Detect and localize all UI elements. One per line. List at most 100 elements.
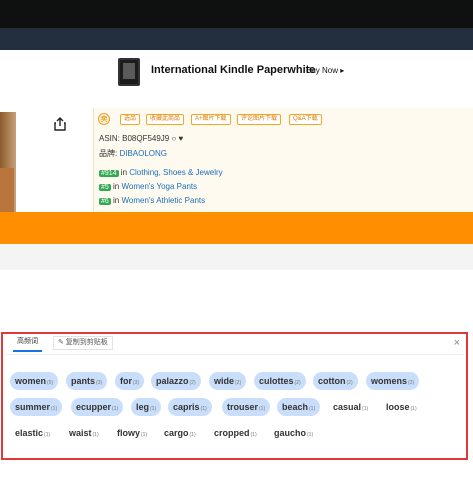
section-divider: [0, 244, 473, 270]
keyword-text: for: [120, 376, 132, 386]
keyword-count: (1): [362, 406, 369, 412]
keyword-count: (2): [408, 380, 415, 386]
page: International Kindle Paperwhite Buy Now …: [0, 0, 473, 477]
rank-category-link[interactable]: Women's Yoga Pants: [121, 182, 197, 191]
rank-in: in: [110, 182, 122, 191]
keyword-chip[interactable]: cargo(1): [159, 424, 201, 442]
keyword-chip[interactable]: flowy(1): [112, 424, 152, 442]
keyword-chip[interactable]: womens(2): [366, 372, 420, 390]
keyword-text: capris: [173, 402, 200, 412]
tab-high-frequency-words[interactable]: 高频词: [13, 334, 42, 352]
aplus-image-download-button[interactable]: A+图片下载: [191, 114, 231, 125]
keyword-chip[interactable]: loose(1): [381, 398, 422, 416]
keyword-chip[interactable]: waist(1): [64, 424, 104, 442]
keyword-count: (1): [51, 406, 58, 412]
buy-now-link[interactable]: Buy Now ▸: [306, 66, 344, 75]
keyword-count: (1): [189, 432, 196, 438]
keyword-count: (1): [307, 432, 314, 438]
rank-in: in: [118, 168, 130, 177]
rank-number: #914: [99, 170, 119, 177]
plugin-logo-icon: 卖: [98, 113, 110, 125]
keyword-text: beach: [282, 402, 309, 412]
rank-row: #6 in Women's Athletic Pants: [99, 196, 205, 205]
keyword-chip[interactable]: cotton(2): [313, 372, 358, 390]
keyword-count: (2): [235, 380, 242, 386]
keyword-chip[interactable]: beach(1): [277, 398, 321, 416]
rank-in: in: [110, 196, 122, 205]
keyword-count: (3): [96, 380, 103, 386]
keyword-count: (2): [346, 380, 353, 386]
brand-label: 品牌:: [99, 149, 120, 158]
keyword-chip[interactable]: women(5): [10, 372, 59, 390]
keyword-text: cotton: [318, 376, 346, 386]
keyword-count: (1): [200, 406, 207, 412]
page-bottom: [0, 462, 473, 477]
keyword-chip[interactable]: wide(2): [209, 372, 247, 390]
keyword-chip[interactable]: palazzo(2): [151, 372, 201, 390]
brand-link[interactable]: DIBAOLONG: [119, 149, 167, 158]
keyword-text: wide: [214, 376, 235, 386]
keyword-chip[interactable]: trouser(1): [222, 398, 271, 416]
keyword-chip[interactable]: gaucho(1): [269, 424, 318, 442]
keywords-panel: 高频词 ✎ 复制到剪贴板 × women(5) pants(3) for(3) …: [1, 332, 468, 460]
tab-divider: [5, 354, 464, 355]
keyword-chip[interactable]: casual(1): [328, 398, 373, 416]
keyword-count: (2): [189, 380, 196, 386]
keyword-chip[interactable]: cropped(1): [209, 424, 262, 442]
copy-to-clipboard-button[interactable]: ✎ 复制到剪贴板: [53, 336, 113, 350]
close-icon[interactable]: ×: [454, 337, 460, 349]
keyword-text: cargo: [164, 428, 189, 438]
keyword-text: casual: [333, 402, 362, 412]
keyword-chip[interactable]: leg(1): [131, 398, 162, 416]
product-image-detail: [0, 168, 14, 216]
keyword-text: gaucho: [274, 428, 307, 438]
keyword-text: summer: [15, 402, 51, 412]
favorite-product-button[interactable]: 收藏此商品: [146, 114, 185, 125]
keyword-chip[interactable]: pants(3): [66, 372, 108, 390]
keyword-chip[interactable]: culottes(2): [254, 372, 306, 390]
kindle-image[interactable]: [118, 58, 140, 86]
keyword-text: palazzo: [156, 376, 189, 386]
keyword-chip[interactable]: elastic(1): [10, 424, 55, 442]
keyword-chip[interactable]: ecupper(1): [71, 398, 124, 416]
keyword-text: women: [15, 376, 47, 386]
keyword-text: trouser: [227, 402, 259, 412]
keyword-text: womens: [371, 376, 408, 386]
keyword-count: (1): [410, 406, 417, 412]
promo-title[interactable]: International Kindle Paperwhite: [151, 64, 315, 76]
rank-row: #914 in Clothing, Shoes & Jewelry: [99, 168, 223, 177]
keyword-text: culottes: [259, 376, 294, 386]
share-icon[interactable]: [53, 117, 67, 131]
keyword-text: cropped: [214, 428, 250, 438]
site-nav-bar: [0, 28, 473, 50]
keyword-count: (1): [309, 406, 316, 412]
rank-category-link[interactable]: Women's Athletic Pants: [121, 196, 205, 205]
keyword-count: (1): [92, 432, 99, 438]
rank-number: #6: [99, 198, 111, 205]
review-image-download-button[interactable]: 评论图片下载: [237, 114, 282, 125]
rank-number: #5: [99, 184, 111, 191]
browser-top-bar: [0, 0, 473, 28]
asin-label: ASIN: B08QF549J9 ○ ♥: [99, 134, 184, 143]
select-product-button[interactable]: 选品: [120, 114, 141, 125]
keyword-count: (2): [294, 380, 301, 386]
keyword-text: waist: [69, 428, 92, 438]
keyword-count: (1): [259, 406, 266, 412]
keyword-chip[interactable]: summer(1): [10, 398, 63, 416]
keyword-count: (1): [150, 406, 157, 412]
rank-row: #5 in Women's Yoga Pants: [99, 182, 197, 191]
keyword-text: leg: [136, 402, 150, 412]
keyword-text: elastic: [15, 428, 44, 438]
keyword-chip[interactable]: for(3): [115, 372, 145, 390]
brand-row: 品牌: DIBAOLONG: [99, 148, 167, 159]
keyword-count: (3): [133, 380, 140, 386]
keyword-count: (1): [250, 432, 257, 438]
keyword-text: loose: [386, 402, 410, 412]
keyword-chip[interactable]: capris(1): [168, 398, 212, 416]
keyword-count: (1): [141, 432, 148, 438]
qa-download-button[interactable]: Q&A下载: [289, 114, 322, 125]
rank-category-link[interactable]: Clothing, Shoes & Jewelry: [129, 168, 222, 177]
orange-banner: [0, 212, 473, 244]
keyword-count: (5): [47, 380, 54, 386]
keyword-text: pants: [71, 376, 96, 386]
